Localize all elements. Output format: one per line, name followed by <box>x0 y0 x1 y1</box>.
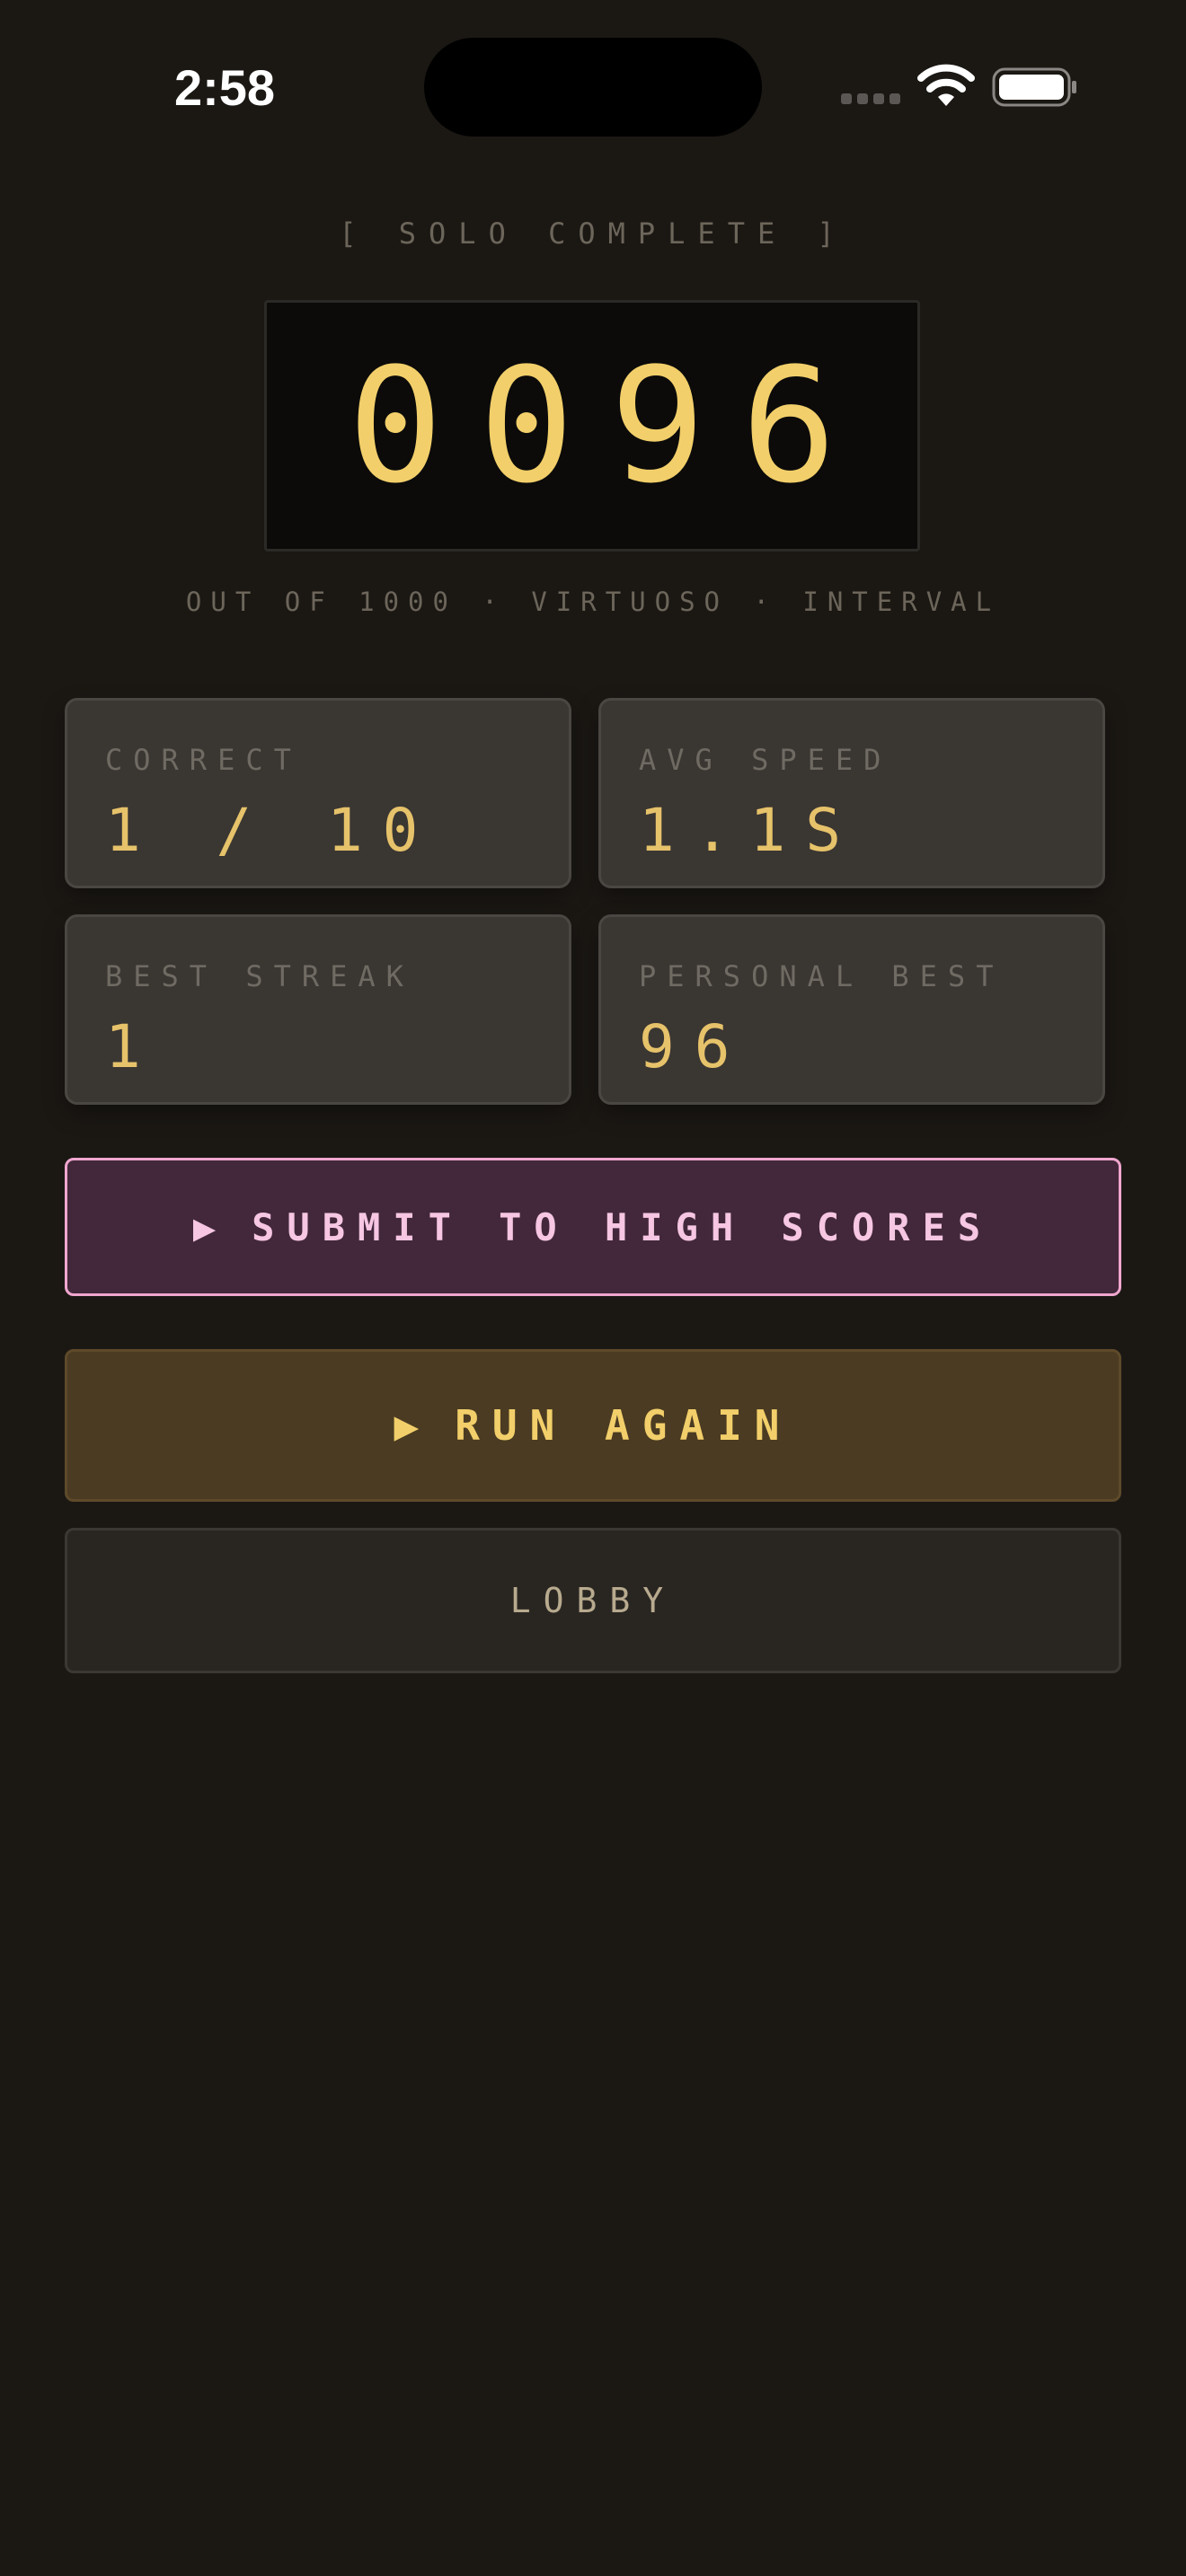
stat-value: 1.1S <box>639 796 861 865</box>
stat-card-personal-best: PERSONAL BEST 96 <box>598 914 1105 1105</box>
run-again-button[interactable]: ▶ RUN AGAIN <box>65 1349 1121 1502</box>
stat-card-correct: CORRECT 1 / 10 <box>65 698 571 888</box>
stat-label: AVG SPEED <box>639 743 892 777</box>
stat-label: PERSONAL BEST <box>639 959 1005 993</box>
stat-label: CORRECT <box>105 743 302 777</box>
result-eyebrow: [ SOLO COMPLETE ] <box>339 216 847 251</box>
status-time: 2:58 <box>173 59 276 116</box>
stat-label: BEST STREAK <box>105 959 414 993</box>
stat-value: 1 <box>105 1012 161 1081</box>
play-icon: ▶ <box>192 1204 229 1249</box>
score-value: 0096 <box>348 333 872 518</box>
battery-icon <box>992 66 1078 108</box>
wifi-icon <box>916 63 976 108</box>
score-display: 0096 <box>264 300 920 551</box>
score-subtitle: OUT OF 1000 · VIRTUOSO · INTERVAL <box>185 587 1001 617</box>
lobby-button[interactable]: LOBBY <box>65 1528 1121 1673</box>
submit-button-label: SUBMIT TO HIGH SCORES <box>252 1204 994 1249</box>
stat-card-best-streak: BEST STREAK 1 <box>65 914 571 1105</box>
cellular-signal-icon <box>841 92 902 106</box>
dynamic-island <box>424 38 762 137</box>
run-again-label: RUN AGAIN <box>455 1401 792 1450</box>
stat-value: 96 <box>639 1012 750 1081</box>
stat-value: 1 / 10 <box>105 796 438 865</box>
stat-card-avg-speed: AVG SPEED 1.1S <box>598 698 1105 888</box>
lobby-label: LOBBY <box>509 1581 677 1620</box>
play-icon: ▶ <box>394 1401 432 1450</box>
submit-high-scores-button[interactable]: ▶ SUBMIT TO HIGH SCORES <box>65 1158 1121 1296</box>
